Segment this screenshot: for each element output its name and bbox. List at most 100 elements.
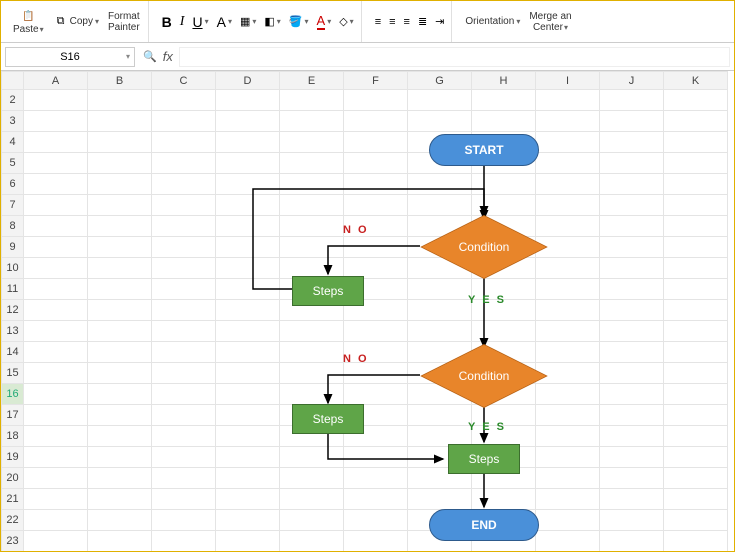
cell-J6[interactable] bbox=[600, 174, 664, 195]
cell-E16[interactable] bbox=[280, 384, 344, 405]
align-center-button[interactable]: ≡ bbox=[386, 14, 398, 30]
cell-E9[interactable] bbox=[280, 237, 344, 258]
borders-button[interactable]: ▦▾ bbox=[237, 13, 259, 30]
orientation-button[interactable]: Orientation▾ bbox=[462, 14, 523, 29]
cell-B13[interactable] bbox=[88, 321, 152, 342]
cell-H21[interactable] bbox=[472, 489, 536, 510]
cell-J18[interactable] bbox=[600, 426, 664, 447]
cell-A14[interactable] bbox=[24, 342, 88, 363]
cell-A16[interactable] bbox=[24, 384, 88, 405]
cell-J13[interactable] bbox=[600, 321, 664, 342]
cell-I12[interactable] bbox=[536, 300, 600, 321]
cell-C8[interactable] bbox=[152, 216, 216, 237]
cell-I22[interactable] bbox=[536, 510, 600, 531]
search-icon[interactable]: 🔍 bbox=[143, 50, 157, 63]
cell-H3[interactable] bbox=[472, 111, 536, 132]
cell-C10[interactable] bbox=[152, 258, 216, 279]
row-header-17[interactable]: 17 bbox=[2, 405, 24, 426]
cell-C5[interactable] bbox=[152, 153, 216, 174]
cell-J7[interactable] bbox=[600, 195, 664, 216]
cell-J20[interactable] bbox=[600, 468, 664, 489]
col-header-B[interactable]: B bbox=[88, 72, 152, 90]
cell-D21[interactable] bbox=[216, 489, 280, 510]
cell-B9[interactable] bbox=[88, 237, 152, 258]
cell-J22[interactable] bbox=[600, 510, 664, 531]
cell-I2[interactable] bbox=[536, 90, 600, 111]
cell-J3[interactable] bbox=[600, 111, 664, 132]
cell-D4[interactable] bbox=[216, 132, 280, 153]
cell-F16[interactable] bbox=[344, 384, 408, 405]
cell-A15[interactable] bbox=[24, 363, 88, 384]
fill-effect-button[interactable]: ◧▾ bbox=[261, 13, 283, 30]
cell-J19[interactable] bbox=[600, 447, 664, 468]
cell-C2[interactable] bbox=[152, 90, 216, 111]
row-header-10[interactable]: 10 bbox=[2, 258, 24, 279]
cell-A4[interactable] bbox=[24, 132, 88, 153]
col-header-A[interactable]: A bbox=[24, 72, 88, 90]
cell-B7[interactable] bbox=[88, 195, 152, 216]
align-left-button[interactable]: ≡ bbox=[372, 14, 384, 30]
cell-C22[interactable] bbox=[152, 510, 216, 531]
cell-A6[interactable] bbox=[24, 174, 88, 195]
cell-I7[interactable] bbox=[536, 195, 600, 216]
cell-B16[interactable] bbox=[88, 384, 152, 405]
cell-E7[interactable] bbox=[280, 195, 344, 216]
cell-K6[interactable] bbox=[664, 174, 728, 195]
row-header-13[interactable]: 13 bbox=[2, 321, 24, 342]
row-header-15[interactable]: 15 bbox=[2, 363, 24, 384]
cell-K13[interactable] bbox=[664, 321, 728, 342]
row-header-6[interactable]: 6 bbox=[2, 174, 24, 195]
cell-F5[interactable] bbox=[344, 153, 408, 174]
col-header-C[interactable]: C bbox=[152, 72, 216, 90]
cell-D22[interactable] bbox=[216, 510, 280, 531]
font-color-button[interactable]: A▾ bbox=[314, 11, 335, 32]
cell-H13[interactable] bbox=[472, 321, 536, 342]
cell-B14[interactable] bbox=[88, 342, 152, 363]
cell-E3[interactable] bbox=[280, 111, 344, 132]
cell-C16[interactable] bbox=[152, 384, 216, 405]
cell-F22[interactable] bbox=[344, 510, 408, 531]
cell-J10[interactable] bbox=[600, 258, 664, 279]
cell-H7[interactable] bbox=[472, 195, 536, 216]
cell-K21[interactable] bbox=[664, 489, 728, 510]
cell-D12[interactable] bbox=[216, 300, 280, 321]
cell-F2[interactable] bbox=[344, 90, 408, 111]
cell-I6[interactable] bbox=[536, 174, 600, 195]
cell-J8[interactable] bbox=[600, 216, 664, 237]
cell-C3[interactable] bbox=[152, 111, 216, 132]
row-header-20[interactable]: 20 bbox=[2, 468, 24, 489]
cell-K19[interactable] bbox=[664, 447, 728, 468]
cell-D19[interactable] bbox=[216, 447, 280, 468]
cell-K2[interactable] bbox=[664, 90, 728, 111]
cell-C7[interactable] bbox=[152, 195, 216, 216]
cell-B18[interactable] bbox=[88, 426, 152, 447]
cell-C20[interactable] bbox=[152, 468, 216, 489]
cell-C14[interactable] bbox=[152, 342, 216, 363]
cell-B20[interactable] bbox=[88, 468, 152, 489]
flowchart-steps-1[interactable]: Steps bbox=[292, 276, 364, 306]
cell-C13[interactable] bbox=[152, 321, 216, 342]
cell-D6[interactable] bbox=[216, 174, 280, 195]
bold-button[interactable]: B bbox=[159, 12, 175, 32]
col-header-F[interactable]: F bbox=[344, 72, 408, 90]
cell-A22[interactable] bbox=[24, 510, 88, 531]
cell-H12[interactable] bbox=[472, 300, 536, 321]
cell-K3[interactable] bbox=[664, 111, 728, 132]
cell-C21[interactable] bbox=[152, 489, 216, 510]
cell-B19[interactable] bbox=[88, 447, 152, 468]
cell-K17[interactable] bbox=[664, 405, 728, 426]
cell-K4[interactable] bbox=[664, 132, 728, 153]
row-header-14[interactable]: 14 bbox=[2, 342, 24, 363]
cell-C23[interactable] bbox=[152, 531, 216, 552]
cell-D5[interactable] bbox=[216, 153, 280, 174]
cell-E2[interactable] bbox=[280, 90, 344, 111]
cell-D18[interactable] bbox=[216, 426, 280, 447]
cell-I3[interactable] bbox=[536, 111, 600, 132]
cell-G13[interactable] bbox=[408, 321, 472, 342]
cell-E5[interactable] bbox=[280, 153, 344, 174]
cell-G17[interactable] bbox=[408, 405, 472, 426]
cell-K14[interactable] bbox=[664, 342, 728, 363]
cell-C17[interactable] bbox=[152, 405, 216, 426]
cell-D11[interactable] bbox=[216, 279, 280, 300]
cell-A21[interactable] bbox=[24, 489, 88, 510]
